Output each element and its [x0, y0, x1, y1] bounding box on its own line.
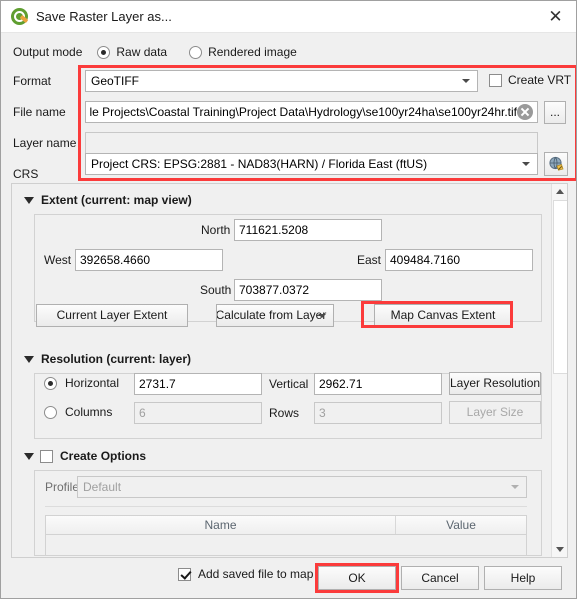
south-input[interactable]: 703877.0372 [234, 279, 382, 301]
crs-combobox[interactable]: Project CRS: EPSG:2881 - NAD83(HARN) / F… [85, 153, 538, 175]
radio-rendered-image-indicator[interactable] [189, 45, 203, 59]
radio-horizontal-label: Horizontal [65, 376, 120, 390]
column-header-name[interactable]: Name [46, 516, 395, 534]
create-options-table-body[interactable] [45, 535, 527, 556]
chevron-down-icon [522, 162, 530, 166]
west-input[interactable]: 392658.4660 [75, 249, 223, 271]
layer-name-input[interactable] [85, 132, 538, 154]
window-title: Save Raster Layer as... [36, 9, 172, 24]
crs-value: Project CRS: EPSG:2881 - NAD83(HARN) / F… [91, 157, 428, 171]
triangle-down-icon[interactable] [24, 355, 34, 363]
triangle-down-icon[interactable] [24, 196, 34, 204]
layer-name-label: Layer name [13, 136, 77, 150]
format-combobox[interactable]: GeoTIFF [85, 70, 478, 92]
current-layer-extent-button[interactable]: Current Layer Extent [36, 304, 188, 327]
add-saved-file-label: Add saved file to map [198, 567, 314, 581]
qgis-logo-icon [11, 8, 29, 25]
close-icon[interactable]: ✕ [533, 1, 576, 32]
rows-label: Rows [269, 406, 300, 420]
vertical-label: Vertical [269, 377, 309, 391]
options-scroll-area: Extent (current: map view) North 711621.… [11, 183, 568, 558]
radio-raw-data[interactable]: Raw data [97, 45, 167, 59]
columns-input[interactable]: 6 [134, 402, 262, 424]
create-options-checkbox[interactable] [40, 449, 53, 463]
north-input[interactable]: 711621.5208 [234, 219, 382, 241]
globe-crs-icon[interactable] [544, 152, 568, 176]
rows-input[interactable]: 3 [314, 402, 442, 424]
output-mode-row: Output mode Raw data Rendered image [13, 45, 297, 59]
chevron-down-icon [462, 79, 470, 83]
radio-raw-data-indicator[interactable] [97, 45, 111, 59]
profile-label: Profile [45, 480, 80, 494]
create-vrt-checkbox[interactable]: Create VRT [489, 73, 571, 87]
cancel-button[interactable]: Cancel [401, 566, 479, 590]
create-options-divider [45, 506, 527, 507]
clear-x-icon[interactable] [517, 104, 533, 120]
create-options-group-header[interactable]: Create Options [24, 449, 146, 463]
scroll-up-icon[interactable] [552, 184, 567, 199]
output-mode-label: Output mode [13, 45, 83, 59]
layer-resolution-button[interactable]: Layer Resolution [449, 372, 541, 395]
create-vrt-checkbox-indicator[interactable] [489, 73, 502, 87]
file-name-value: Example Projects\Coastal Training\Projec… [90, 105, 517, 119]
radio-horizontal[interactable]: Horizontal [44, 376, 119, 390]
radio-horizontal-indicator[interactable] [44, 376, 57, 390]
north-label: North [201, 223, 231, 237]
extent-group-header[interactable]: Extent (current: map view) [24, 193, 192, 207]
south-label: South [200, 283, 232, 297]
east-input[interactable]: 409484.7160 [385, 249, 533, 271]
map-canvas-extent-button[interactable]: Map Canvas Extent [374, 304, 512, 327]
radio-raw-data-label: Raw data [116, 45, 168, 59]
triangle-down-icon[interactable] [24, 452, 34, 460]
radio-columns-label: Columns [65, 405, 113, 419]
east-label: East [357, 253, 382, 267]
help-button[interactable]: Help [484, 566, 562, 590]
west-label: West [44, 253, 72, 267]
file-browse-button[interactable]: ... [544, 101, 566, 124]
chevron-down-icon [511, 485, 519, 489]
format-value: GeoTIFF [91, 74, 140, 88]
resolution-group-title: Resolution (current: layer) [41, 352, 192, 366]
add-saved-file-checkbox-indicator[interactable] [178, 567, 191, 581]
format-label: Format [13, 74, 52, 88]
radio-rendered-image[interactable]: Rendered image [189, 45, 297, 59]
vertical-resolution-input[interactable]: 2962.71 [314, 373, 442, 395]
file-name-label: File name [13, 105, 66, 119]
radio-rendered-image-label: Rendered image [208, 45, 297, 59]
calculate-from-layer-button[interactable]: Calculate from Layer [216, 304, 334, 327]
scrollbar-thumb[interactable] [553, 200, 567, 374]
crs-label: CRS [13, 167, 39, 181]
profile-value: Default [83, 480, 122, 494]
ok-button[interactable]: OK [318, 566, 396, 590]
radio-columns-indicator[interactable] [44, 405, 57, 419]
file-name-input[interactable]: Example Projects\Coastal Training\Projec… [85, 101, 538, 123]
layer-size-button[interactable]: Layer Size [449, 401, 541, 424]
add-saved-file-to-map-checkbox[interactable]: Add saved file to map [178, 567, 313, 581]
profile-combobox[interactable]: Default [77, 476, 527, 498]
create-options-group-title: Create Options [60, 449, 147, 463]
vertical-scrollbar[interactable] [551, 184, 567, 557]
create-options-table-header: Name Value [45, 515, 527, 535]
save-raster-layer-dialog: Save Raster Layer as... ✕ Output mode Ra… [0, 0, 577, 599]
extent-group-title: Extent (current: map view) [41, 193, 192, 207]
title-bar: Save Raster Layer as... ✕ [1, 1, 576, 33]
calculate-from-layer-label: Calculate from Layer [216, 308, 327, 322]
create-vrt-label: Create VRT [508, 73, 572, 87]
horizontal-resolution-input[interactable]: 2731.7 [134, 373, 262, 395]
resolution-group-header[interactable]: Resolution (current: layer) [24, 352, 191, 366]
chevron-down-icon [318, 314, 326, 318]
scroll-down-icon[interactable] [552, 542, 567, 557]
radio-columns[interactable]: Columns [44, 405, 112, 419]
column-header-value[interactable]: Value [395, 516, 526, 534]
